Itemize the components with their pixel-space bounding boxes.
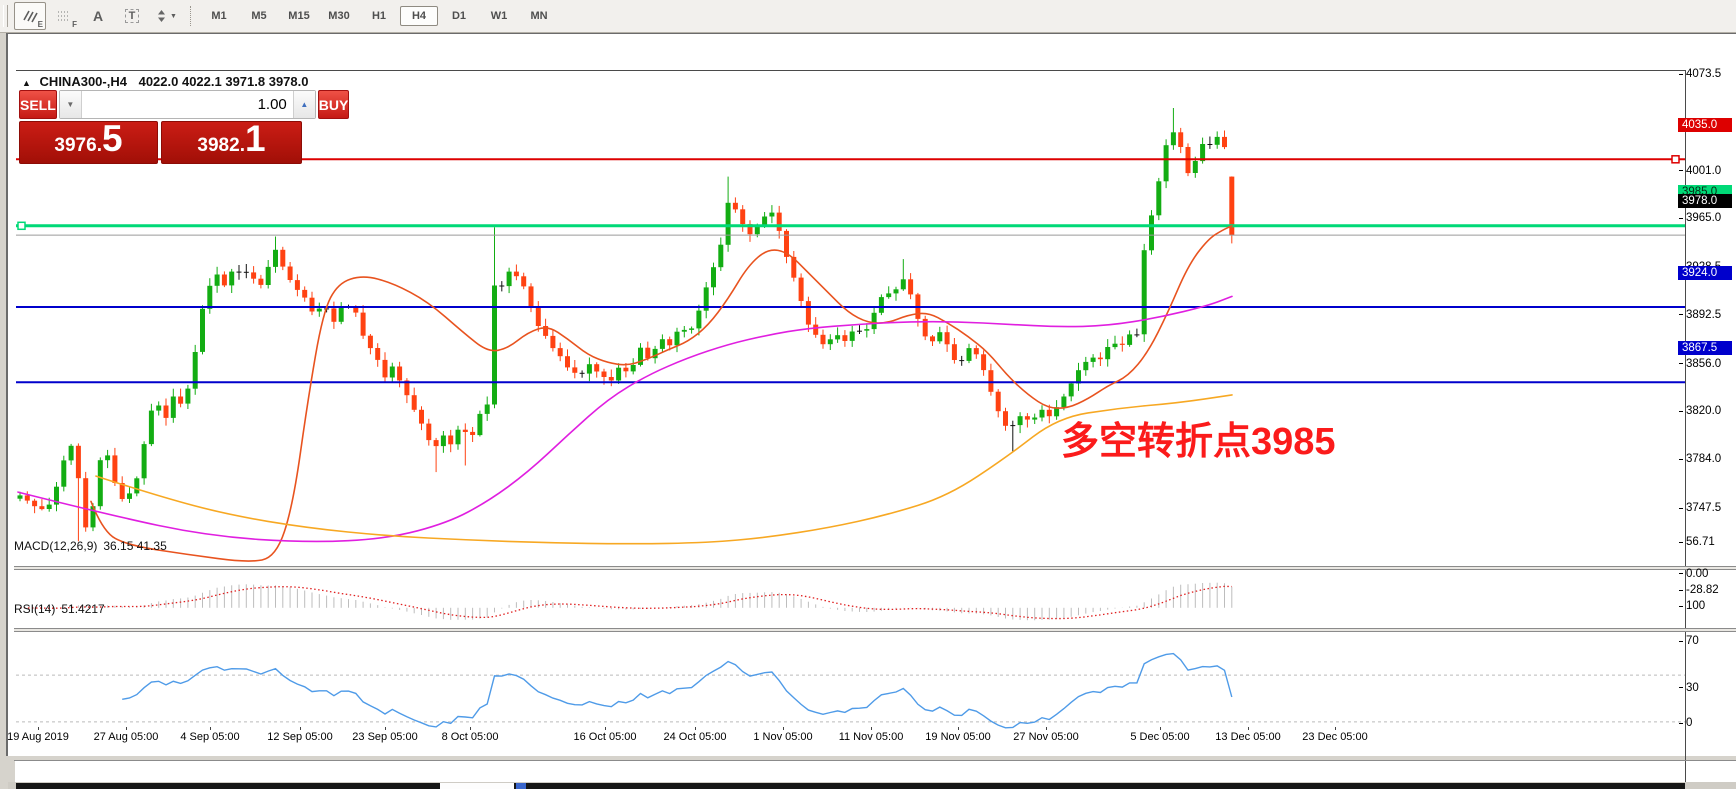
rsi-axis-label: 70 — [1679, 634, 1699, 648]
one-click-trade-panel: SELL ▼ ▲ BUY 3976.5 3982.1 — [19, 90, 302, 164]
buy-price-big-digit: 1 — [245, 122, 266, 155]
chart-title: ▲ CHINA300-,H4 4022.0 4022.1 3971.8 3978… — [22, 74, 308, 89]
volume-increase-button[interactable]: ▲ — [293, 91, 315, 118]
rsi-axis-label: 30 — [1679, 681, 1699, 695]
rsi-axis-label: 100 — [1679, 599, 1705, 613]
price-tick: 3892.5 — [1679, 308, 1721, 322]
price-line-label: 3924.0 — [1678, 266, 1732, 280]
rsi-label: RSI(14)51.4217 — [14, 602, 105, 616]
time-tick — [210, 727, 211, 730]
bottom-window-strip — [8, 782, 1736, 789]
time-tick — [385, 727, 386, 730]
symbol-title: CHINA300-,H4 — [40, 74, 127, 89]
buy-price-box[interactable]: 3982.1 — [161, 121, 302, 164]
price-tick: 3856.0 — [1679, 357, 1721, 371]
time-tick — [783, 727, 784, 730]
time-tick — [1046, 727, 1047, 730]
time-label: 8 Oct 05:00 — [442, 731, 499, 743]
time-label: 13 Dec 05:00 — [1215, 731, 1280, 743]
price-tick: 4073.5 — [1679, 67, 1721, 81]
time-tick — [38, 727, 39, 730]
macd-axis-label: -28.82 — [1679, 583, 1719, 597]
time-tick — [1335, 727, 1336, 730]
collapse-icon[interactable]: ▲ — [22, 78, 31, 88]
bottom-strip-bar — [16, 783, 1685, 789]
time-tick — [300, 727, 301, 730]
price-tick: 3965.0 — [1679, 211, 1721, 225]
time-tick — [1248, 727, 1249, 730]
time-tick — [695, 727, 696, 730]
sell-price-box[interactable]: 3976.5 — [19, 121, 158, 164]
mt4-window: EFAT▼M1M5M15M30H1H4D1W1MN ▲ CHINA300-,H4… — [0, 0, 1736, 755]
buy-button[interactable]: BUY — [318, 90, 350, 119]
time-label: 24 Oct 05:00 — [664, 731, 727, 743]
time-tick — [126, 727, 127, 730]
time-label: 1 Nov 05:00 — [753, 731, 812, 743]
time-label: 23 Sep 05:00 — [352, 731, 417, 743]
time-label: 11 Nov 05:00 — [839, 731, 904, 743]
macd-axis-label: 56.71 — [1679, 535, 1715, 549]
time-tick — [958, 727, 959, 730]
time-tick — [1160, 727, 1161, 730]
price-line-label: 3867.5 — [1678, 341, 1732, 355]
time-label: 27 Nov 05:00 — [1013, 731, 1078, 743]
time-label: 4 Sep 05:00 — [180, 731, 239, 743]
time-label: 19 Nov 05:00 — [925, 731, 990, 743]
time-label: 19 Aug 2019 — [7, 731, 69, 743]
time-tick — [871, 727, 872, 730]
volume-decrease-button[interactable]: ▼ — [60, 91, 82, 118]
volume-spinner: ▼ ▲ — [59, 90, 316, 119]
price-tick: 3784.0 — [1679, 452, 1721, 466]
time-label: 27 Aug 05:00 — [94, 731, 159, 743]
time-label: 5 Dec 05:00 — [1130, 731, 1189, 743]
price-line-label: 4035.0 — [1678, 118, 1732, 132]
volume-input[interactable] — [82, 91, 293, 118]
bottom-strip-white-segment — [440, 783, 514, 789]
time-label: 16 Oct 05:00 — [574, 731, 637, 743]
sell-price-big-digit: 5 — [102, 122, 123, 155]
price-tick: 4001.0 — [1679, 164, 1721, 178]
sell-price-main: 3976 — [54, 135, 96, 157]
time-label: 12 Sep 05:00 — [267, 731, 332, 743]
buy-price-main: 3982 — [197, 135, 239, 157]
ohlc-values: 4022.0 4022.1 3971.8 3978.0 — [139, 74, 309, 89]
bottom-strip-blue-segment — [516, 783, 526, 789]
time-label: 23 Dec 05:00 — [1302, 731, 1367, 743]
macd-axis-label: 0.00 — [1679, 567, 1708, 581]
price-tick: 3747.5 — [1679, 501, 1721, 515]
time-tick — [605, 727, 606, 730]
sell-button[interactable]: SELL — [19, 90, 57, 119]
rsi-axis-label: 0 — [1679, 716, 1692, 730]
pane-separator — [14, 760, 1736, 761]
price-line-label: 3978.0 — [1678, 194, 1732, 208]
time-tick — [470, 727, 471, 730]
time-axis[interactable] — [15, 761, 1736, 782]
macd-label: MACD(12,26,9)36.15 41.35 — [14, 539, 167, 553]
price-tick: 3820.0 — [1679, 404, 1721, 418]
